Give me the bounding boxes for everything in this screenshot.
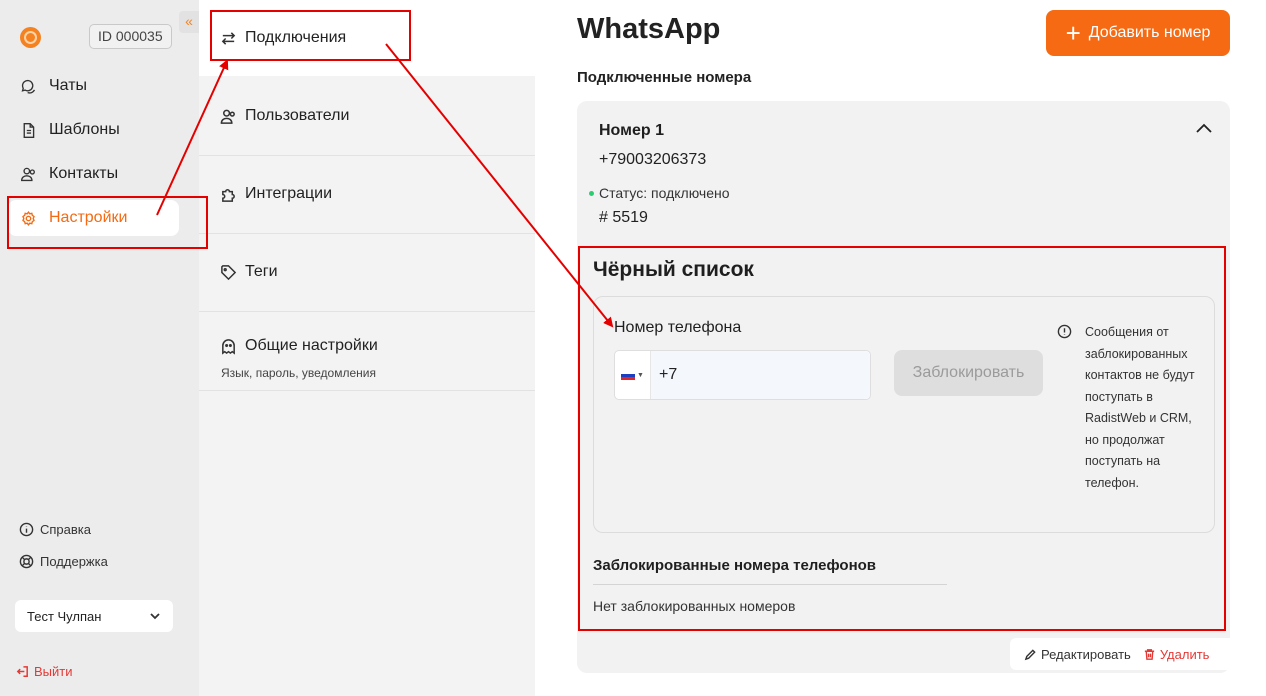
tag-icon bbox=[221, 264, 237, 280]
lifebuoy-icon bbox=[19, 554, 34, 569]
blocked-numbers-heading: Заблокированные номера телефонов bbox=[593, 557, 877, 574]
phone-input-group: ▼ bbox=[614, 350, 871, 400]
submenu-item-label: Пользователи bbox=[245, 107, 350, 124]
logo-icon[interactable] bbox=[20, 27, 41, 48]
nav-item-label: Настройки bbox=[49, 209, 128, 226]
account-id-badge: ID 000035 bbox=[89, 24, 172, 49]
info-circle-icon bbox=[19, 522, 34, 537]
logout-link[interactable]: Выйти bbox=[15, 664, 73, 679]
phone-field-label: Номер телефона bbox=[614, 319, 742, 336]
ghost-icon bbox=[222, 338, 235, 355]
submenu-divider bbox=[199, 390, 535, 391]
main-nav: Чаты Шаблоны Контакты Настройки bbox=[8, 68, 179, 244]
info-icon bbox=[1057, 324, 1072, 339]
submenu-item-description: Язык, пароль, уведомления bbox=[221, 366, 376, 380]
add-number-button[interactable]: + Добавить номер bbox=[1046, 10, 1230, 56]
help-link[interactable]: Справка bbox=[19, 522, 91, 537]
edit-label: Редактировать bbox=[1041, 646, 1131, 662]
submenu-item-label: Подключения bbox=[245, 29, 347, 46]
support-label: Поддержка bbox=[40, 554, 108, 569]
nav-item-label: Контакты bbox=[49, 165, 119, 182]
logout-label: Выйти bbox=[34, 664, 73, 679]
status-badge: Статус: подключено bbox=[589, 185, 730, 201]
country-select[interactable]: ▼ bbox=[615, 351, 651, 399]
submenu-item-connections[interactable]: Подключения bbox=[220, 29, 346, 47]
connected-numbers-heading: Подключенные номера bbox=[577, 69, 752, 86]
number-name: Номер 1 bbox=[599, 122, 664, 139]
nav-item-templates[interactable]: Шаблоны bbox=[8, 112, 179, 148]
submenu-item-label: Интеграции bbox=[245, 185, 333, 202]
submenu-item-label: Общие настройки bbox=[245, 337, 378, 354]
chat-icon bbox=[21, 79, 36, 94]
delete-label: Удалить bbox=[1159, 646, 1210, 662]
blacklist-title: Чёрный список bbox=[593, 258, 754, 281]
edit-button[interactable]: Редактировать bbox=[1024, 647, 1131, 662]
submenu-item-label: Теги bbox=[245, 263, 278, 280]
users-icon bbox=[220, 109, 235, 124]
trash-icon bbox=[1144, 648, 1154, 660]
submenu-divider bbox=[199, 311, 535, 312]
chevron-up-icon bbox=[1196, 123, 1212, 133]
blacklist-info-text: Сообщения от заблокированных контактов н… bbox=[1085, 325, 1195, 490]
submenu-item-general-settings[interactable]: Общие настройки bbox=[220, 337, 378, 355]
submenu-divider bbox=[199, 155, 535, 156]
support-link[interactable]: Поддержка bbox=[19, 554, 108, 569]
gear-icon bbox=[22, 210, 35, 226]
user-select[interactable]: Тест Чулпан bbox=[15, 600, 173, 632]
blocked-divider bbox=[593, 584, 947, 585]
contacts-icon bbox=[21, 167, 35, 181]
nav-item-settings[interactable]: Настройки bbox=[8, 200, 179, 236]
phone-input[interactable] bbox=[651, 351, 870, 399]
submenu-divider bbox=[199, 233, 535, 234]
submenu-item-users[interactable]: Пользователи bbox=[220, 107, 349, 125]
card-actions: Редактировать Удалить bbox=[1010, 638, 1230, 670]
nav-item-contacts[interactable]: Контакты bbox=[8, 156, 179, 192]
page-title: WhatsApp bbox=[577, 13, 721, 45]
blocked-empty-state: Нет заблокированных номеров bbox=[593, 598, 796, 614]
logout-icon bbox=[16, 666, 28, 677]
pencil-icon bbox=[1024, 648, 1036, 660]
number-phone: +79003206373 bbox=[599, 151, 707, 168]
caret-down-icon: ▼ bbox=[637, 371, 644, 379]
nav-item-label: Шаблоны bbox=[49, 121, 120, 138]
plus-icon: + bbox=[1065, 18, 1081, 48]
collapse-sidebar-button[interactable]: « bbox=[179, 11, 199, 33]
swap-arrows-icon bbox=[221, 31, 236, 45]
status-dot-icon bbox=[589, 190, 594, 196]
number-code: # 5519 bbox=[599, 209, 648, 226]
collapse-card-button[interactable] bbox=[1195, 121, 1213, 135]
document-icon bbox=[23, 122, 35, 138]
submenu-item-tags[interactable]: Теги bbox=[220, 263, 278, 281]
submenu-top-filler bbox=[411, 0, 535, 76]
add-number-label: Добавить номер bbox=[1088, 24, 1211, 41]
russia-flag-icon bbox=[621, 370, 636, 380]
chevron-down-icon bbox=[150, 613, 160, 620]
nav-item-chats[interactable]: Чаты bbox=[8, 68, 179, 104]
help-label: Справка bbox=[40, 522, 91, 537]
nav-item-label: Чаты bbox=[49, 77, 88, 94]
puzzle-icon bbox=[222, 188, 235, 202]
status-text: Статус: подключено bbox=[599, 185, 730, 201]
delete-button[interactable]: Удалить bbox=[1143, 646, 1210, 662]
user-name: Тест Чулпан bbox=[27, 608, 102, 624]
submenu-item-integrations[interactable]: Интеграции bbox=[220, 185, 332, 203]
block-button[interactable]: Заблокировать bbox=[894, 350, 1043, 396]
